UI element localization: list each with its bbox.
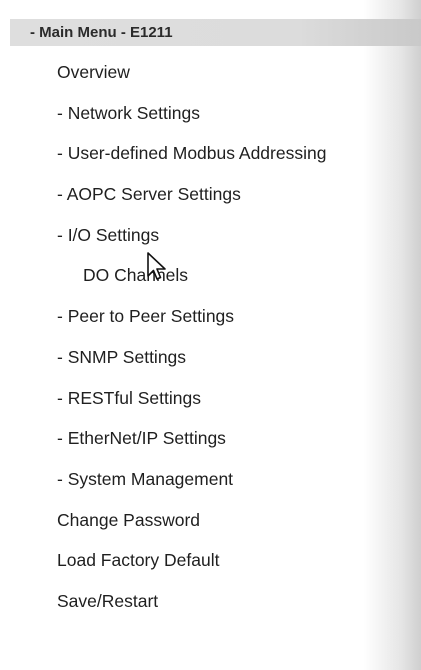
main-menu-header-label: - Main Menu - E1211	[30, 24, 173, 41]
menu-item-network-settings[interactable]: - Network Settings	[10, 93, 421, 134]
menu-item-do-channels[interactable]: DO Channels	[10, 255, 421, 296]
main-menu-header[interactable]: - Main Menu - E1211	[10, 19, 421, 46]
menu-item-load-factory-default[interactable]: Load Factory Default	[10, 540, 421, 581]
main-menu-list: Overview - Network Settings - User-defin…	[10, 52, 421, 622]
menu-item-aopc-server-settings[interactable]: - AOPC Server Settings	[10, 174, 421, 215]
menu-item-snmp-settings[interactable]: - SNMP Settings	[10, 337, 421, 378]
navigation-panel: - Main Menu - E1211 Overview - Network S…	[10, 0, 421, 670]
menu-item-system-management[interactable]: - System Management	[10, 459, 421, 500]
menu-item-save-restart[interactable]: Save/Restart	[10, 581, 421, 622]
menu-item-overview[interactable]: Overview	[10, 52, 421, 93]
menu-item-io-settings[interactable]: - I/O Settings	[10, 215, 421, 256]
menu-item-change-password[interactable]: Change Password	[10, 500, 421, 541]
menu-item-peer-to-peer-settings[interactable]: - Peer to Peer Settings	[10, 296, 421, 337]
menu-item-restful-settings[interactable]: - RESTful Settings	[10, 378, 421, 419]
menu-item-ethernet-ip-settings[interactable]: - EtherNet/IP Settings	[10, 418, 421, 459]
menu-item-user-defined-modbus-addressing[interactable]: - User-defined Modbus Addressing	[10, 133, 421, 174]
